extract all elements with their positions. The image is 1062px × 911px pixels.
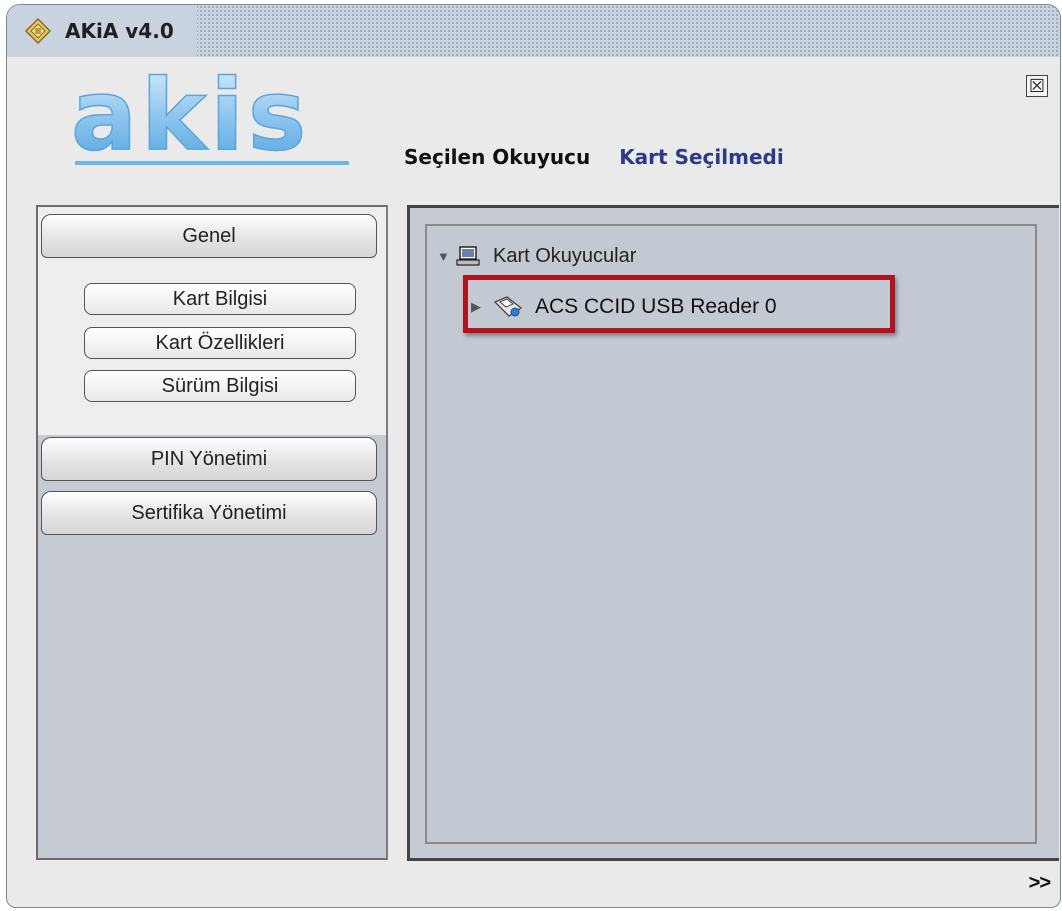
highlight-box — [463, 275, 895, 333]
collapse-arrow-icon[interactable]: ▼ — [437, 249, 455, 264]
computer-icon — [456, 246, 480, 266]
selected-reader-label: Seçilen Okuyucu — [404, 145, 591, 169]
kart-bilgisi-button[interactable]: Kart Bilgisi — [84, 283, 356, 315]
title-bar[interactable]: AKiA v4.0 — [7, 5, 1060, 57]
section-sertifika-yonetimi-button[interactable]: Sertifika Yönetimi — [41, 491, 377, 535]
close-button[interactable]: ☒ — [1026, 75, 1048, 97]
selected-reader-value: Kart Seçilmedi — [619, 145, 784, 169]
tree-root-label: Kart Okuyucular — [493, 244, 637, 267]
selected-reader-status: Seçilen Okuyucu Kart Seçilmedi — [404, 145, 784, 169]
surum-bilgisi-button[interactable]: Sürüm Bilgisi — [84, 370, 356, 402]
section-pin-yonetimi-button[interactable]: PIN Yönetimi — [41, 437, 377, 481]
app-card-icon — [24, 17, 52, 45]
window-title: AKiA v4.0 — [65, 19, 174, 43]
tree-node-kart-okuyucular[interactable]: ▼ Kart Okuyucular — [437, 242, 636, 270]
expand-button[interactable]: >> — [1029, 872, 1051, 895]
akis-logo: akis — [70, 67, 349, 174]
app-window: AKiA v4.0 ☒ akis Seçilen Okuyucu Kart Se… — [6, 4, 1061, 908]
kart-ozellikleri-button[interactable]: Kart Özellikleri — [84, 327, 356, 359]
svg-text:akis: akis — [71, 67, 310, 173]
section-genel-button[interactable]: Genel — [41, 214, 377, 258]
sidebar: Genel Kart Bilgisi Kart Özellikleri Sürü… — [36, 205, 388, 860]
